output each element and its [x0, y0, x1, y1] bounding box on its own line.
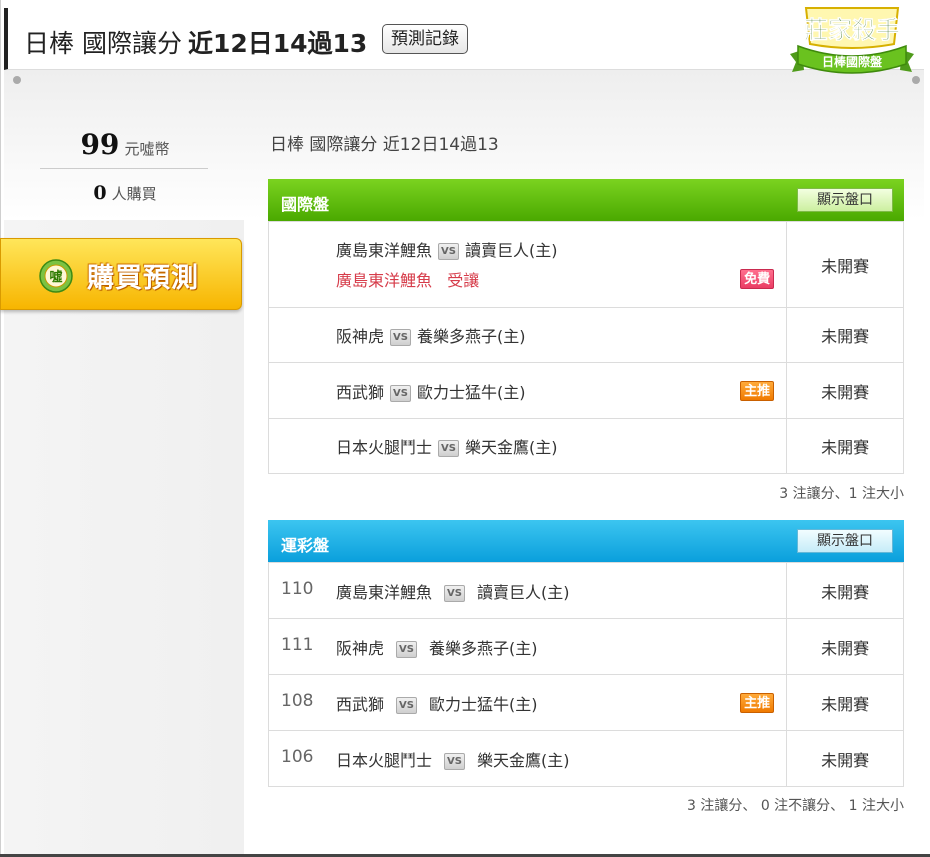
international-show-odds-button[interactable]: 顯示盤口 — [797, 188, 893, 212]
away-team: 日本火腿鬥士 — [336, 750, 433, 770]
table-row: 廣島東洋鯉魚 VS 讀賣巨人(主) 廣島東洋鯉魚 受讓 免費 未開賽 — [268, 221, 904, 308]
table-row: 西武獅 VS 歐力士猛牛(主) 主推 未開賽 — [268, 362, 904, 419]
price-display: 99 元噓幣 — [0, 128, 250, 161]
content-subtitle: 日棒 國際讓分 近12日14過13 — [270, 135, 499, 155]
table-row: 111 阪神虎 VS 養樂多燕子(主) 未開賽 — [268, 618, 904, 675]
home-team: 歐力士猛牛(主) — [429, 694, 538, 714]
international-summary: 3 注讓分、1 注大小 — [779, 486, 904, 502]
home-team: 樂天金鷹(主) — [465, 438, 558, 457]
game-status: 未開賽 — [786, 221, 904, 308]
sportslottery-summary: 3 注讓分、 0 注不讓分、 1 注大小 — [687, 798, 904, 814]
pick-team: 廣島東洋鯉魚 — [336, 270, 433, 290]
featured-badge: 主推 — [740, 380, 775, 401]
price-unit: 元噓幣 — [124, 140, 170, 158]
table-row: 日本火腿鬥士 VS 樂天金鷹(主) 未開賽 — [268, 418, 904, 474]
game-status: 未開賽 — [786, 362, 904, 419]
price-value: 99 — [80, 128, 120, 161]
prediction-record-button[interactable]: 預測記錄 — [382, 24, 468, 54]
game-status: 未開賽 — [786, 562, 904, 619]
sportslottery-games-table: 110 廣島東洋鯉魚 VS 讀賣巨人(主) 未開賽 111 阪神虎 VS 養樂多燕子(主… — [268, 562, 904, 787]
away-team: 日本火腿鬥士 — [336, 438, 433, 457]
vs-icon: VS — [390, 329, 412, 346]
game-code: 111 — [281, 634, 314, 655]
header-bar: 日棒 國際讓分 近12日14過13 預測記錄 莊家殺手 日棒國際盤 — [4, 7, 924, 74]
table-row: 阪神虎 VS 養樂多燕子(主) 未開賽 — [268, 307, 904, 363]
buyer-count: 0 人購買 — [0, 182, 250, 204]
game-status: 未開賽 — [786, 730, 904, 787]
international-panel-title: 國際盤 — [281, 195, 330, 214]
game-code: 106 — [281, 746, 314, 767]
away-team: 阪神虎 — [336, 638, 385, 658]
away-team: 廣島東洋鯉魚 — [336, 240, 433, 260]
featured-badge: 主推 — [740, 692, 775, 713]
divider — [40, 168, 208, 169]
vs-icon: VS — [396, 696, 418, 714]
game-status: 未開賽 — [786, 418, 904, 474]
vs-icon: VS — [438, 440, 460, 457]
title-record: 近12日14過13 — [187, 29, 368, 58]
away-team: 廣島東洋鯉魚 — [336, 582, 433, 602]
buy-prediction-label: 購買預測 — [87, 263, 199, 294]
buy-prediction-button[interactable]: 噓 購買預測 — [0, 238, 242, 310]
away-team: 西武獅 — [336, 382, 385, 402]
home-team: 樂天金鷹(主) — [477, 750, 570, 770]
home-team: 歐力士猛牛(主) — [417, 382, 526, 402]
buyer-count-unit: 人購買 — [111, 185, 157, 203]
rail-pin-left — [13, 76, 21, 84]
sportslottery-show-odds-button[interactable]: 顯示盤口 — [797, 529, 893, 553]
free-badge: 免費 — [740, 268, 775, 289]
home-team: 讀賣巨人(主) — [465, 240, 558, 260]
international-panel: 國際盤 顯示盤口 廣島東洋鯉魚 VS 讀賣巨人(主) 廣島東洋鯉魚 受讓 免費 未開… — [268, 179, 904, 474]
svg-text:莊家殺手: 莊家殺手 — [804, 16, 900, 44]
home-team: 養樂多燕子(主) — [417, 327, 526, 346]
game-code: 110 — [281, 578, 314, 599]
table-row: 110 廣島東洋鯉魚 VS 讀賣巨人(主) 未開賽 — [268, 562, 904, 619]
home-team: 讀賣巨人(主) — [477, 582, 570, 602]
game-status: 未開賽 — [786, 307, 904, 363]
sportslottery-panel: 運彩盤 顯示盤口 110 廣島東洋鯉魚 VS 讀賣巨人(主) 未開賽 111 阪神虎… — [268, 520, 904, 787]
pick-text: 廣島東洋鯉魚 受讓 — [336, 267, 479, 291]
buyer-count-value: 0 — [93, 182, 107, 204]
vs-icon: VS — [444, 752, 466, 770]
coin-icon: 噓 — [39, 259, 73, 293]
away-team: 西武獅 — [336, 694, 385, 714]
page-title: 日棒 國際讓分 近12日14過13 — [24, 24, 367, 60]
game-code: 108 — [281, 690, 314, 711]
vs-icon: VS — [438, 242, 460, 260]
svg-text:噓: 噓 — [49, 269, 62, 285]
vs-icon: VS — [444, 584, 466, 602]
international-panel-header: 國際盤 顯示盤口 — [268, 179, 904, 221]
away-team: 阪神虎 — [336, 327, 385, 346]
international-games-table: 廣島東洋鯉魚 VS 讀賣巨人(主) 廣島東洋鯉魚 受讓 免費 未開賽 阪神虎 VS 養樂… — [268, 221, 904, 474]
pick-type: 受讓 — [447, 270, 480, 290]
svg-text:日棒國際盤: 日棒國際盤 — [822, 54, 883, 69]
table-row: 106 日本火腿鬥士 VS 樂天金鷹(主) 未開賽 — [268, 730, 904, 787]
game-status: 未開賽 — [786, 618, 904, 675]
vs-icon: VS — [390, 384, 412, 402]
sportslottery-panel-title: 運彩盤 — [281, 536, 330, 555]
title-prefix: 日棒 國際讓分 — [24, 29, 182, 58]
table-row: 108 西武獅 VS 歐力士猛牛(主) 主推 未開賽 — [268, 674, 904, 731]
sportslottery-panel-header: 運彩盤 顯示盤口 — [268, 520, 904, 562]
banker-killer-logo-icon: 莊家殺手 日棒國際盤 — [790, 7, 914, 74]
home-team: 養樂多燕子(主) — [429, 638, 538, 658]
game-status: 未開賽 — [786, 674, 904, 731]
vs-icon: VS — [396, 640, 418, 658]
